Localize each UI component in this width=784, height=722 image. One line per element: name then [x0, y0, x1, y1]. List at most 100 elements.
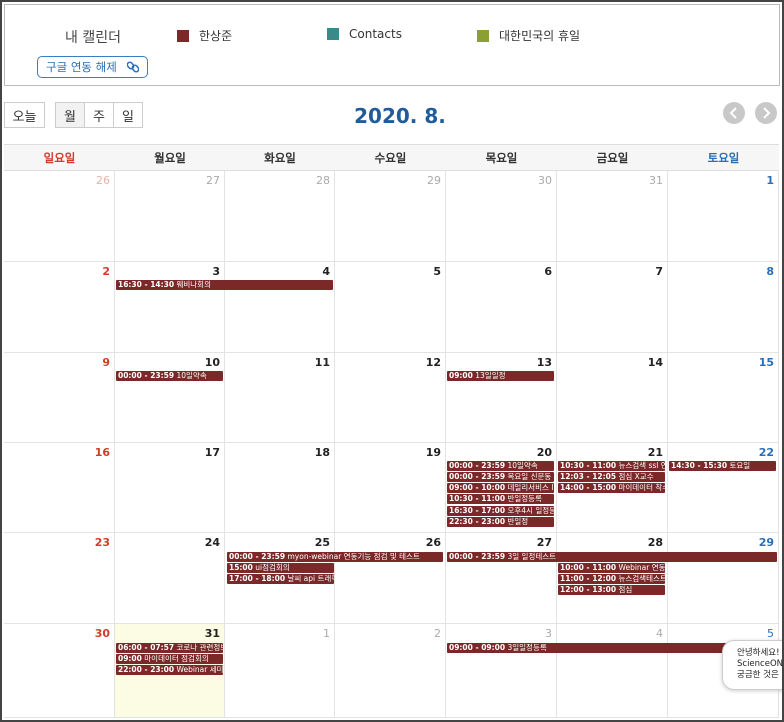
- day-cell[interactable]: 29: [335, 171, 446, 262]
- weekday-header: 월요일: [115, 144, 225, 171]
- day-cell[interactable]: 3: [115, 262, 225, 353]
- event-title: 마이데이터 착수: [618, 483, 665, 492]
- day-cell[interactable]: 19: [335, 443, 446, 533]
- day-number: 19: [425, 446, 441, 459]
- view-day-button[interactable]: 일: [113, 102, 143, 128]
- calendar-event[interactable]: 22:00 - 23:00 Webinar 세미나: [116, 665, 223, 675]
- calendar-event[interactable]: 10:00 - 11:00 Webinar 연동 점: [558, 563, 665, 573]
- event-time: 00:00 - 23:59: [229, 552, 286, 561]
- calendar-event[interactable]: 09:00 - 10:00 데일리서비스 IB: [447, 483, 554, 493]
- calendar-event[interactable]: 10:30 - 11:00 반일정등록: [447, 494, 554, 504]
- day-cell[interactable]: 9: [4, 353, 115, 443]
- google-unlink-button[interactable]: 구글 연동 해제: [37, 56, 148, 78]
- day-cell[interactable]: 7: [557, 262, 668, 353]
- weekday-header: 수요일: [335, 144, 446, 171]
- day-cell[interactable]: 10: [115, 353, 225, 443]
- calendar-event[interactable]: 22:30 - 23:00 반일정: [447, 517, 554, 527]
- event-time: 06:00 - 07:57: [118, 643, 175, 652]
- legend-item-hansangjun[interactable]: 한상준: [177, 27, 232, 44]
- event-time: 09:00 - 10:00: [449, 483, 506, 492]
- day-cell[interactable]: 27: [446, 533, 557, 624]
- day-cell[interactable]: 15: [668, 353, 779, 443]
- view-month-button[interactable]: 월: [55, 102, 85, 128]
- day-cell[interactable]: 13: [446, 353, 557, 443]
- view-week-button[interactable]: 주: [84, 102, 114, 128]
- day-cell[interactable]: 1: [225, 624, 335, 718]
- day-cell[interactable]: 29: [668, 533, 779, 624]
- day-cell[interactable]: 17: [115, 443, 225, 533]
- day-cell[interactable]: 6: [446, 262, 557, 353]
- day-cell[interactable]: 16: [4, 443, 115, 533]
- day-cell[interactable]: 11: [225, 353, 335, 443]
- calendar-event[interactable]: 16:30 - 14:30 웨비나회의: [116, 280, 333, 290]
- event-time: 12:00 - 13:00: [560, 585, 617, 594]
- calendar-event[interactable]: 17:00 - 18:00 날씨 api 트래픽: [227, 574, 334, 584]
- day-cell[interactable]: 3: [446, 624, 557, 718]
- today-button[interactable]: 오늘: [4, 102, 45, 128]
- day-cell[interactable]: 1: [668, 171, 779, 262]
- day-cell[interactable]: 12: [335, 353, 446, 443]
- event-time: 10:30 - 11:00: [449, 494, 506, 503]
- day-cell[interactable]: 4: [225, 262, 335, 353]
- next-month-button[interactable]: [755, 102, 777, 124]
- day-cell[interactable]: 4: [557, 624, 668, 718]
- chevron-left-icon: [729, 107, 737, 119]
- day-number: 17: [204, 446, 220, 459]
- day-number: 28: [647, 536, 663, 549]
- event-title: Webinar 연동 점: [618, 563, 665, 572]
- day-number: 12: [425, 356, 441, 369]
- day-number: 21: [647, 446, 663, 459]
- calendar-event[interactable]: 09:00 마이데이터 점검회의: [116, 654, 223, 664]
- calendar-event[interactable]: 11:00 - 12:00 뉴스검색테스트: [558, 574, 665, 584]
- legend-item-contacts[interactable]: Contacts: [327, 27, 402, 41]
- event-time: 00:00 - 23:59: [118, 371, 175, 380]
- event-time: 16:30 - 17:00: [449, 506, 506, 515]
- chatbot-popup[interactable]: 안녕하세요! ScienceON 챗 궁금한 것은 저: [722, 640, 784, 690]
- legend-item-holidays[interactable]: 대한민국의 휴일: [477, 27, 580, 44]
- day-cell[interactable]: 24: [115, 533, 225, 624]
- day-cell[interactable]: 5: [335, 262, 446, 353]
- day-cell[interactable]: 30: [4, 624, 115, 718]
- day-number: 11: [314, 356, 330, 369]
- calendar-event[interactable]: 00:00 - 23:59 10일약속: [447, 461, 554, 471]
- day-number: 25: [314, 536, 330, 549]
- calendar-event[interactable]: 10:30 - 11:00 뉴스검색 ssl 연동: [558, 461, 665, 471]
- event-time: 15:00: [229, 563, 253, 572]
- day-cell[interactable]: 26: [335, 533, 446, 624]
- event-title: 코로나 관련정보: [176, 643, 223, 652]
- calendar-event[interactable]: 06:00 - 07:57 코로나 관련정보: [116, 643, 223, 653]
- calendar-event[interactable]: 12:00 - 13:00 점심: [558, 585, 665, 595]
- day-number: 5: [433, 265, 441, 278]
- calendar-event[interactable]: 14:00 - 15:00 마이데이터 착수: [558, 483, 665, 493]
- day-number: 29: [427, 174, 441, 187]
- calendar-event[interactable]: 00:00 - 23:59 myon-webinar 연동기능 점검 및 테스트: [227, 552, 443, 562]
- calendar-event[interactable]: 14:30 - 15:30 토요일: [669, 461, 776, 471]
- day-cell[interactable]: 14: [557, 353, 668, 443]
- day-cell[interactable]: 8: [668, 262, 779, 353]
- calendar-event[interactable]: 00:00 - 23:59 3일 일정테스트: [447, 552, 777, 562]
- day-cell[interactable]: 22: [668, 443, 779, 533]
- calendar-event[interactable]: 00:00 - 23:59 목요일 신문동 자: [447, 472, 554, 482]
- event-time: 09:00 - 09:00: [449, 643, 506, 652]
- day-cell[interactable]: 26: [4, 171, 115, 262]
- event-title: 마이데이터 점검회의: [144, 654, 209, 663]
- day-cell[interactable]: 27: [115, 171, 225, 262]
- day-cell[interactable]: 18: [225, 443, 335, 533]
- calendar-event[interactable]: 09:00 13일일정: [447, 371, 554, 381]
- day-cell[interactable]: 23: [4, 533, 115, 624]
- prev-month-button[interactable]: [723, 102, 745, 124]
- calendar-event[interactable]: 12:03 - 12:05 점심 X교수: [558, 472, 665, 482]
- day-cell[interactable]: 30: [446, 171, 557, 262]
- event-title: 웨비나회의: [176, 280, 211, 289]
- calendar-event[interactable]: 00:00 - 23:59 10일약속: [116, 371, 223, 381]
- calendar-event[interactable]: 16:30 - 17:00 오후4시 일정등록: [447, 506, 554, 516]
- day-cell[interactable]: 2: [335, 624, 446, 718]
- day-number: 23: [94, 536, 110, 549]
- day-cell[interactable]: 31: [557, 171, 668, 262]
- day-number: 4: [322, 265, 330, 278]
- day-cell[interactable]: 2: [4, 262, 115, 353]
- calendar-event[interactable]: 15:00 ui점검회의: [227, 563, 334, 573]
- day-number: 1: [323, 627, 330, 640]
- day-cell[interactable]: 28: [225, 171, 335, 262]
- day-number: 26: [96, 174, 110, 187]
